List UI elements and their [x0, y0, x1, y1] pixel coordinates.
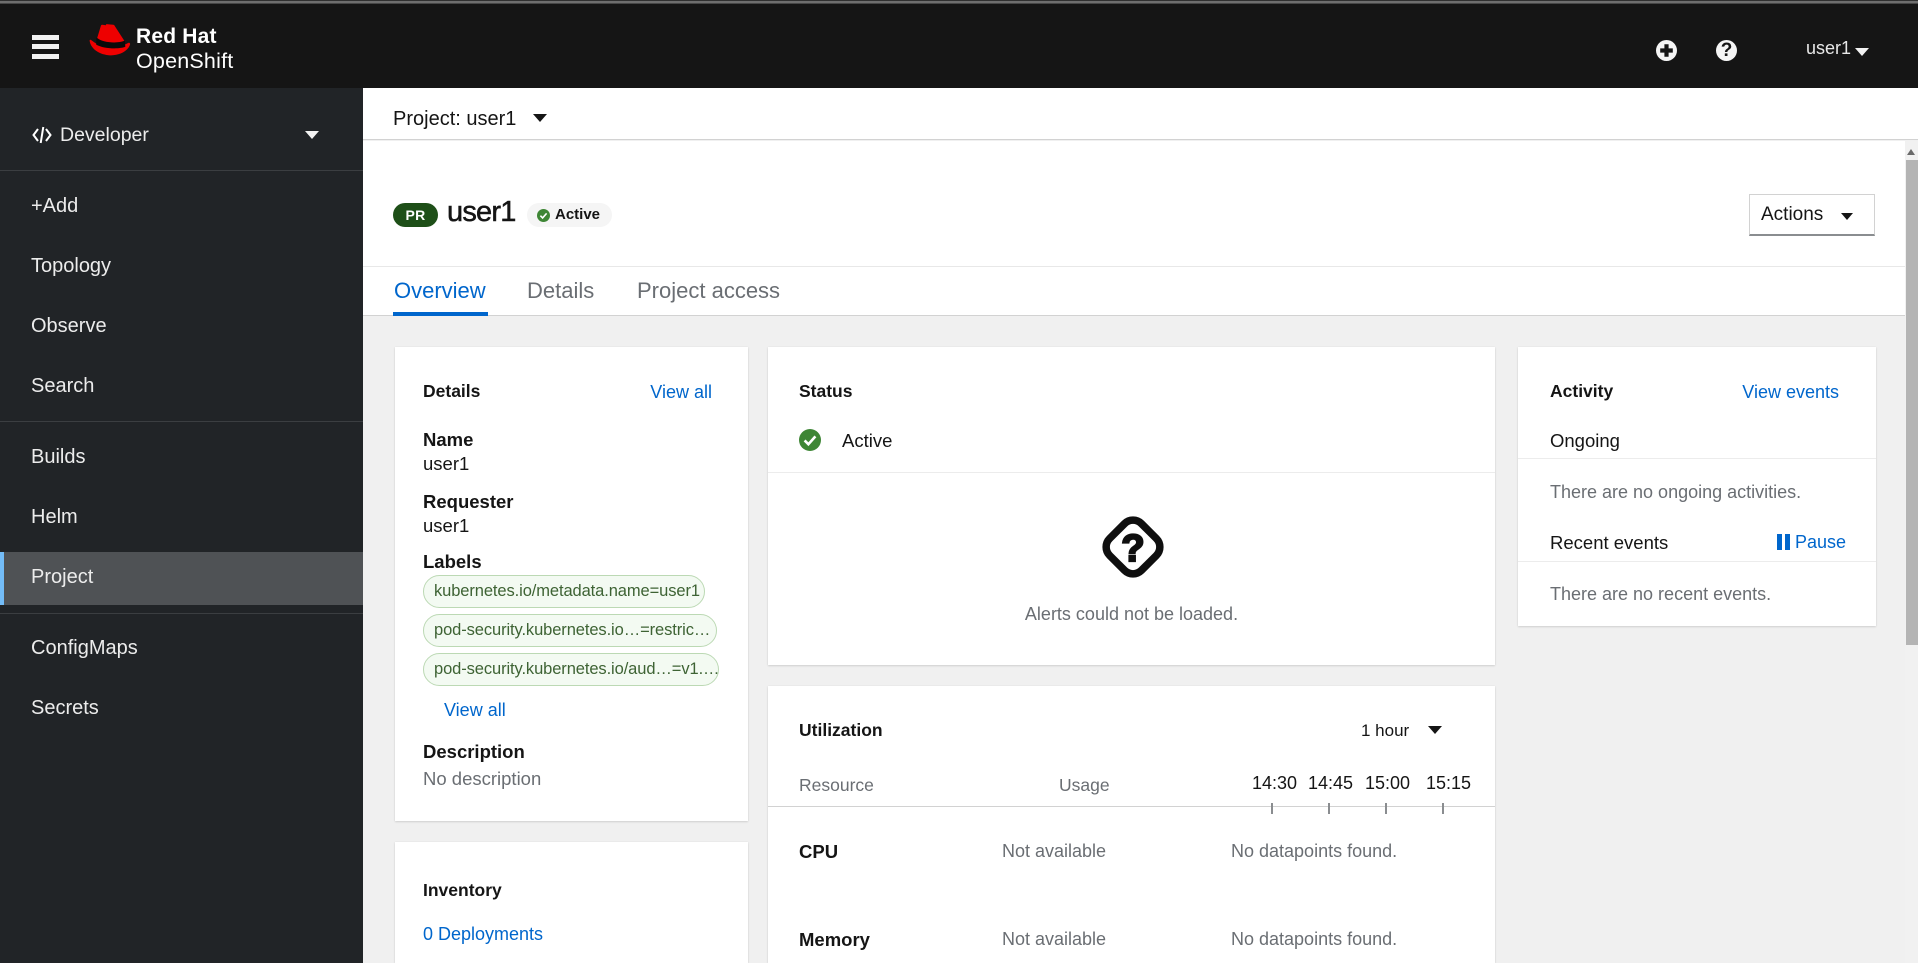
- svg-text:?: ?: [1121, 528, 1144, 570]
